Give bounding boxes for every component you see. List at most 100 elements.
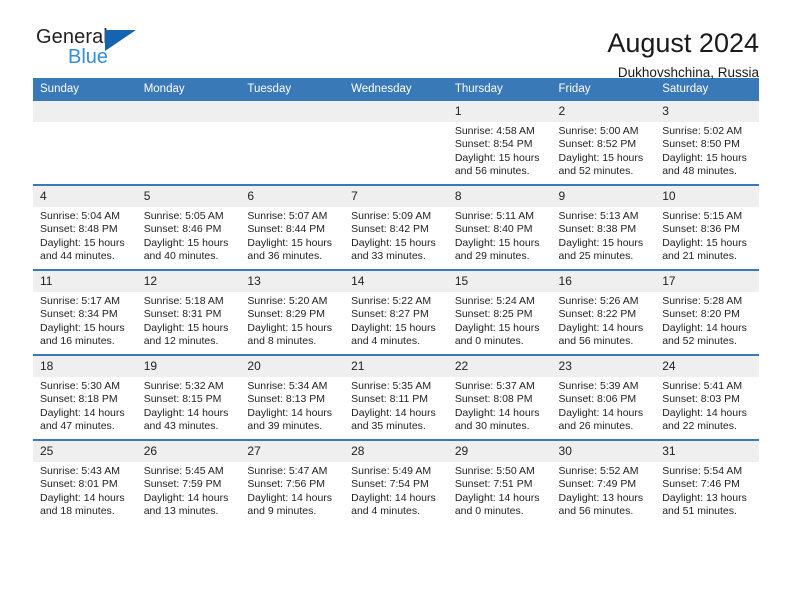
daylight-text-line2: and 33 minutes. xyxy=(351,250,426,263)
sunset-text: Sunset: 8:50 PM xyxy=(662,138,740,151)
day-sun-info: Sunrise: 5:37 AM Sunset: 8:08 PM Daylight:… xyxy=(448,377,552,434)
sunset-text: Sunset: 8:48 PM xyxy=(40,223,118,236)
calendar-day-cell[interactable]: 16 Sunrise: 5:26 AM Sunset: 8:22 PM Dayligh… xyxy=(551,269,656,355)
calendar-day-cell[interactable]: 9 Sunrise: 5:13 AM Sunset: 8:38 PM Daylight… xyxy=(551,184,656,270)
daylight-text-line2: and 52 minutes. xyxy=(558,165,634,178)
calendar-day-cell[interactable]: 24 Sunrise: 5:41 AM Sunset: 8:03 PM Dayligh… xyxy=(655,354,759,440)
daylight-text-line2: and 47 minutes. xyxy=(40,420,115,433)
daylight-text-line2: and 56 minutes. xyxy=(558,505,634,518)
day-sun-info: Sunrise: 5:00 AM Sunset: 8:52 PM Daylight:… xyxy=(552,122,656,179)
calendar-day-cell[interactable]: 18 Sunrise: 5:30 AM Sunset: 8:18 PM Dayligh… xyxy=(33,354,137,440)
calendar-day-cell[interactable]: 10 Sunrise: 5:15 AM Sunset: 8:36 PM Dayligh… xyxy=(655,184,759,270)
day-number: 19 xyxy=(136,356,241,377)
calendar-day-cell xyxy=(33,101,137,185)
calendar-day-cell[interactable]: 26 Sunrise: 5:45 AM Sunset: 7:59 PM Dayligh… xyxy=(136,439,241,524)
sunrise-text: Sunrise: 5:35 AM xyxy=(351,380,432,392)
day-cell-inner: 11 Sunrise: 5:17 AM Sunset: 8:34 PM Dayligh… xyxy=(33,271,137,354)
day-cell-inner: 9 Sunrise: 5:13 AM Sunset: 8:38 PM Daylight… xyxy=(551,186,656,269)
day-sun-info: Sunrise: 5:09 AM Sunset: 8:42 PM Daylight:… xyxy=(344,207,448,264)
calendar-day-cell[interactable]: 30 Sunrise: 5:52 AM Sunset: 7:49 PM Dayligh… xyxy=(551,439,656,524)
calendar-day-cell[interactable]: 17 Sunrise: 5:28 AM Sunset: 8:20 PM Dayligh… xyxy=(655,269,759,355)
daylight-text-line1: Daylight: 14 hours xyxy=(351,406,436,419)
sunset-text: Sunset: 7:59 PM xyxy=(143,478,222,491)
daylight-text-line1: Daylight: 15 hours xyxy=(351,236,436,249)
day-cell-inner: 6 Sunrise: 5:07 AM Sunset: 8:44 PM Daylight… xyxy=(240,186,345,269)
daylight-text-line2: and 43 minutes. xyxy=(143,420,219,433)
sunrise-text: Sunrise: 5:11 AM xyxy=(454,210,534,222)
calendar-day-cell xyxy=(240,101,345,185)
sunrise-text: Sunrise: 4:58 AM xyxy=(454,125,535,137)
day-cell-inner: 10 Sunrise: 5:15 AM Sunset: 8:36 PM Dayligh… xyxy=(655,186,759,269)
day-sun-info: Sunrise: 5:18 AM Sunset: 8:31 PM Daylight:… xyxy=(137,292,241,349)
sunrise-text: Sunrise: 5:15 AM xyxy=(662,210,743,222)
calendar-day-cell[interactable]: 21 Sunrise: 5:35 AM Sunset: 8:11 PM Dayligh… xyxy=(344,354,448,440)
daylight-text-line1: Daylight: 15 hours xyxy=(143,321,229,334)
calendar-day-cell[interactable]: 6 Sunrise: 5:07 AM Sunset: 8:44 PM Daylight… xyxy=(240,184,345,270)
calendar-day-cell[interactable]: 11 Sunrise: 5:17 AM Sunset: 8:34 PM Dayligh… xyxy=(33,269,137,355)
calendar-day-cell[interactable]: 5 Sunrise: 5:05 AM Sunset: 8:46 PM Daylight… xyxy=(136,184,241,270)
calendar-day-cell[interactable]: 4 Sunrise: 5:04 AM Sunset: 8:48 PM Daylight… xyxy=(33,184,137,270)
calendar-day-cell[interactable]: 8 Sunrise: 5:11 AM Sunset: 8:40 PM Daylight… xyxy=(447,184,552,270)
sunset-text: Sunset: 8:25 PM xyxy=(454,308,533,321)
daylight-text-line2: and 40 minutes. xyxy=(143,250,219,263)
sunset-text: Sunset: 7:54 PM xyxy=(351,478,429,491)
calendar-day-cell[interactable]: 31 Sunrise: 5:54 AM Sunset: 7:46 PM Dayligh… xyxy=(655,439,759,524)
day-number xyxy=(344,101,448,122)
daylight-text-line1: Daylight: 14 hours xyxy=(247,406,333,419)
calendar-day-cell xyxy=(136,101,241,185)
calendar-day-cell[interactable]: 15 Sunrise: 5:24 AM Sunset: 8:25 PM Dayligh… xyxy=(447,269,552,355)
calendar-day-cell[interactable]: 3 Sunrise: 5:02 AM Sunset: 8:50 PM Daylight… xyxy=(655,101,759,185)
daylight-text-line1: Daylight: 14 hours xyxy=(558,406,644,419)
calendar-day-cell[interactable]: 29 Sunrise: 5:50 AM Sunset: 7:51 PM Dayligh… xyxy=(447,439,552,524)
day-sun-info: Sunrise: 5:17 AM Sunset: 8:34 PM Daylight:… xyxy=(33,292,137,349)
daylight-text-line1: Daylight: 15 hours xyxy=(558,151,644,164)
day-cell-inner: 22 Sunrise: 5:37 AM Sunset: 8:08 PM Dayligh… xyxy=(447,356,552,439)
calendar-day-cell[interactable]: 14 Sunrise: 5:22 AM Sunset: 8:27 PM Dayligh… xyxy=(344,269,448,355)
calendar-day-cell[interactable]: 28 Sunrise: 5:49 AM Sunset: 7:54 PM Dayligh… xyxy=(344,439,448,524)
calendar-day-cell[interactable]: 13 Sunrise: 5:20 AM Sunset: 8:29 PM Dayligh… xyxy=(240,269,345,355)
calendar-day-cell[interactable]: 12 Sunrise: 5:18 AM Sunset: 8:31 PM Dayligh… xyxy=(136,269,241,355)
day-sun-info: Sunrise: 5:34 AM Sunset: 8:13 PM Daylight:… xyxy=(240,377,344,434)
calendar-day-cell[interactable]: 20 Sunrise: 5:34 AM Sunset: 8:13 PM Dayligh… xyxy=(240,354,345,440)
sunset-text: Sunset: 7:49 PM xyxy=(558,478,637,491)
calendar-day-cell[interactable]: 2 Sunrise: 5:00 AM Sunset: 8:52 PM Daylight… xyxy=(551,101,656,185)
sunrise-text: Sunrise: 5:43 AM xyxy=(40,465,120,477)
sunset-text: Sunset: 8:38 PM xyxy=(558,223,637,236)
day-number: 1 xyxy=(447,101,552,122)
sunset-text: Sunset: 8:06 PM xyxy=(558,393,637,406)
calendar-day-cell[interactable]: 27 Sunrise: 5:47 AM Sunset: 7:56 PM Dayligh… xyxy=(240,439,345,524)
day-sun-info: Sunrise: 5:45 AM Sunset: 7:59 PM Daylight:… xyxy=(137,462,241,519)
logo-triangle-icon xyxy=(105,30,136,51)
sunset-text: Sunset: 8:31 PM xyxy=(143,308,222,321)
calendar-body: 1 Sunrise: 4:58 AM Sunset: 8:54 PM Daylight… xyxy=(33,101,759,524)
daylight-text-line1: Daylight: 15 hours xyxy=(40,236,125,249)
weekday-header-thursday: Thursday xyxy=(447,78,552,101)
weekday-header-monday: Monday xyxy=(136,78,241,101)
calendar-week-row: 4 Sunrise: 5:04 AM Sunset: 8:48 PM Daylight… xyxy=(33,184,759,270)
day-cell-inner: 5 Sunrise: 5:05 AM Sunset: 8:46 PM Daylight… xyxy=(136,186,241,269)
general-blue-logo[interactable]: General Blue xyxy=(33,26,153,72)
day-sun-info: Sunrise: 5:52 AM Sunset: 7:49 PM Daylight:… xyxy=(552,462,656,519)
day-cell-inner: 26 Sunrise: 5:45 AM Sunset: 7:59 PM Dayligh… xyxy=(136,441,241,524)
calendar-day-cell[interactable]: 19 Sunrise: 5:32 AM Sunset: 8:15 PM Dayligh… xyxy=(136,354,241,440)
day-cell-inner: 14 Sunrise: 5:22 AM Sunset: 8:27 PM Dayligh… xyxy=(344,271,448,354)
day-sun-info: Sunrise: 5:43 AM Sunset: 8:01 PM Daylight:… xyxy=(33,462,137,519)
sunrise-text: Sunrise: 5:04 AM xyxy=(40,210,120,222)
day-sun-info: Sunrise: 5:50 AM Sunset: 7:51 PM Daylight:… xyxy=(448,462,552,519)
day-cell-inner: 8 Sunrise: 5:11 AM Sunset: 8:40 PM Daylight… xyxy=(447,186,552,269)
sunset-text: Sunset: 8:18 PM xyxy=(40,393,118,406)
calendar-day-cell[interactable]: 7 Sunrise: 5:09 AM Sunset: 8:42 PM Daylight… xyxy=(344,184,448,270)
calendar-day-cell[interactable]: 1 Sunrise: 4:58 AM Sunset: 8:54 PM Daylight… xyxy=(447,101,552,185)
calendar-day-cell[interactable]: 25 Sunrise: 5:43 AM Sunset: 8:01 PM Dayligh… xyxy=(33,439,137,524)
page-title: August 2024 xyxy=(607,28,759,58)
day-cell-inner: 4 Sunrise: 5:04 AM Sunset: 8:48 PM Daylight… xyxy=(33,186,137,269)
daylight-text-line2: and 12 minutes. xyxy=(143,335,219,348)
day-sun-info: Sunrise: 5:05 AM Sunset: 8:46 PM Daylight:… xyxy=(137,207,241,264)
sunset-text: Sunset: 8:34 PM xyxy=(40,308,118,321)
sunset-text: Sunset: 8:08 PM xyxy=(454,393,533,406)
daylight-text-line2: and 4 minutes. xyxy=(351,505,420,518)
daylight-text-line1: Daylight: 15 hours xyxy=(454,151,540,164)
calendar-day-cell[interactable]: 22 Sunrise: 5:37 AM Sunset: 8:08 PM Dayligh… xyxy=(447,354,552,440)
daylight-text-line2: and 26 minutes. xyxy=(558,420,634,433)
calendar-day-cell[interactable]: 23 Sunrise: 5:39 AM Sunset: 8:06 PM Dayligh… xyxy=(551,354,656,440)
